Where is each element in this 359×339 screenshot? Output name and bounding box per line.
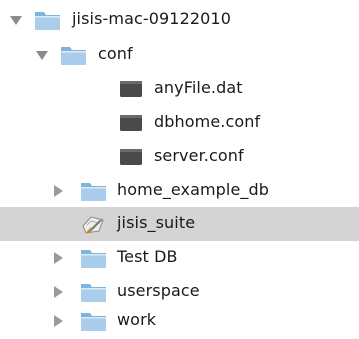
folder-icon <box>81 284 106 302</box>
document-icon <box>120 115 142 131</box>
tree-item-file[interactable]: dbhome.conf <box>0 106 359 140</box>
folder-icon <box>61 47 86 65</box>
disclosure-triangle-collapsed-icon[interactable] <box>54 286 63 298</box>
tree-item-label: jisis-mac-09122010 <box>72 9 231 28</box>
disclosure-triangle-expanded-icon[interactable] <box>10 16 22 25</box>
disclosure-triangle-expanded-icon[interactable] <box>36 51 48 60</box>
tree-item-label: dbhome.conf <box>154 112 261 131</box>
tree-item-work[interactable]: work <box>0 304 359 338</box>
document-icon <box>120 149 142 165</box>
tree-item-root[interactable]: jisis-mac-09122010 <box>0 3 359 37</box>
tree-item-file[interactable]: server.conf <box>0 140 359 174</box>
tree-item-label: server.conf <box>154 146 244 165</box>
disclosure-triangle-collapsed-icon[interactable] <box>54 252 63 264</box>
tree-item-label: work <box>117 310 157 329</box>
folder-icon <box>35 12 60 30</box>
tree-item-label: home_example_db <box>117 180 270 199</box>
application-icon <box>82 216 104 234</box>
tree-item-label: conf <box>98 44 133 63</box>
file-tree: jisis-mac-09122010 conf anyFile.dat dbho… <box>0 0 359 339</box>
tree-item-jisis-suite[interactable]: jisis_suite <box>0 207 359 241</box>
tree-item-home-example-db[interactable]: home_example_db <box>0 174 359 208</box>
tree-item-conf[interactable]: conf <box>0 38 359 72</box>
tree-item-label: jisis_suite <box>117 213 196 232</box>
tree-item-label: Test DB <box>117 247 178 266</box>
folder-icon <box>81 250 106 268</box>
tree-item-test-db[interactable]: Test DB <box>0 241 359 275</box>
folder-icon <box>81 183 106 201</box>
disclosure-triangle-collapsed-icon[interactable] <box>54 185 63 197</box>
tree-item-file[interactable]: anyFile.dat <box>0 72 359 106</box>
document-icon <box>120 81 142 97</box>
folder-icon <box>81 313 106 331</box>
disclosure-triangle-collapsed-icon[interactable] <box>54 315 63 327</box>
tree-item-label: userspace <box>117 281 200 300</box>
tree-item-label: anyFile.dat <box>154 78 243 97</box>
